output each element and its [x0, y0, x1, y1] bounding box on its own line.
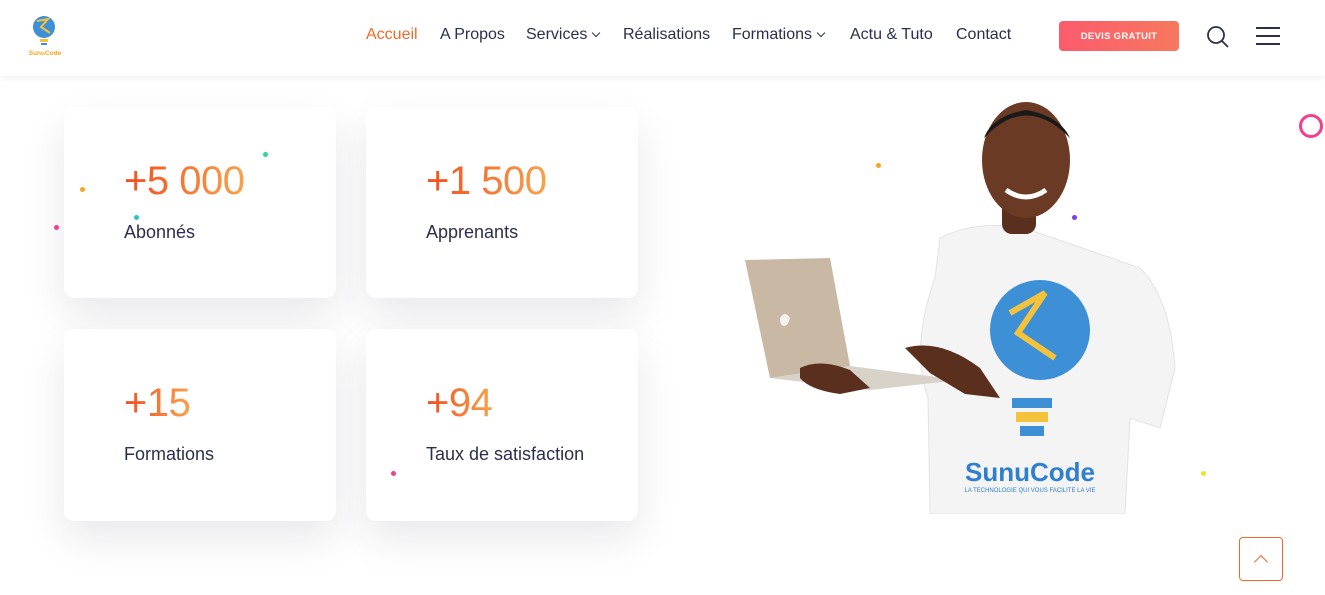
shirt-tagline-text: LA TECHNOLOGIE QUI VOUS FACILITE LA VIE — [965, 488, 1096, 494]
nav-item-realisations[interactable]: Réalisations — [623, 26, 710, 44]
shirt-brand-text: SunuCode — [965, 457, 1095, 487]
stat-value: +5 000 — [124, 159, 245, 203]
nav-item-label: Contact — [956, 26, 1012, 43]
nav-item-label: Formations — [732, 26, 813, 43]
logo-text: SunuCode — [29, 50, 62, 57]
stat-label: Taux de satisfaction — [426, 444, 585, 464]
decorative-dot — [1201, 471, 1206, 476]
back-to-top-button[interactable] — [1239, 537, 1283, 581]
chevron-up-icon — [1253, 554, 1269, 570]
decorative-dot — [391, 471, 396, 476]
decorative-dot — [263, 152, 268, 157]
chevron-down-icon — [592, 28, 601, 38]
stat-value: +94 — [426, 381, 493, 425]
nav-item-label: Accueil — [366, 26, 418, 43]
sunucode-logo[interactable]: SunuCode — [28, 13, 62, 59]
devis-gratuit-button[interactable]: DEVIS GRATUIT — [1059, 21, 1179, 51]
stat-label: Apprenants — [426, 222, 519, 242]
nav-item-label: Actu & Tuto — [850, 26, 933, 43]
nav-item-label: A Propos — [440, 26, 505, 43]
decorative-dot — [134, 215, 139, 220]
decorative-dot — [80, 187, 85, 192]
nav-item-a-propos[interactable]: A Propos — [440, 26, 505, 44]
stat-card-abonnes: +5 000 Abonnés — [64, 107, 336, 298]
nav-item-actu-tuto[interactable]: Actu & Tuto — [850, 26, 933, 44]
stat-label: Abonnés — [124, 222, 196, 242]
nav-item-formations[interactable]: Formations — [732, 26, 826, 44]
stat-card-apprenants: +1 500 Apprenants — [366, 107, 638, 298]
stat-value: +15 — [124, 381, 191, 425]
decorative-dot — [54, 225, 59, 230]
search-icon[interactable] — [1206, 25, 1230, 49]
stat-card-formations: +15 Formations — [64, 329, 336, 521]
hamburger-menu-icon[interactable] — [1255, 26, 1281, 46]
nav-item-contact[interactable]: Contact — [956, 26, 1011, 44]
stat-card-satisfaction: +94 Taux de satisfaction — [366, 329, 638, 521]
nav-item-services[interactable]: Services — [526, 26, 601, 44]
decorative-ring — [1299, 114, 1323, 138]
site-header: SunuCode Accueil A Propos Services Réali… — [0, 0, 1325, 76]
nav-item-label: Services — [526, 26, 588, 43]
nav-item-accueil[interactable]: Accueil — [366, 26, 418, 44]
chevron-down-icon — [816, 28, 826, 38]
stat-value: +1 500 — [426, 159, 547, 203]
nav-item-label: Réalisations — [623, 26, 711, 43]
stat-label: Formations — [124, 444, 215, 464]
hero-person-with-laptop-image: SunuCode LA TECHNOLOGIE QUI VOUS FACILIT… — [740, 98, 1180, 515]
